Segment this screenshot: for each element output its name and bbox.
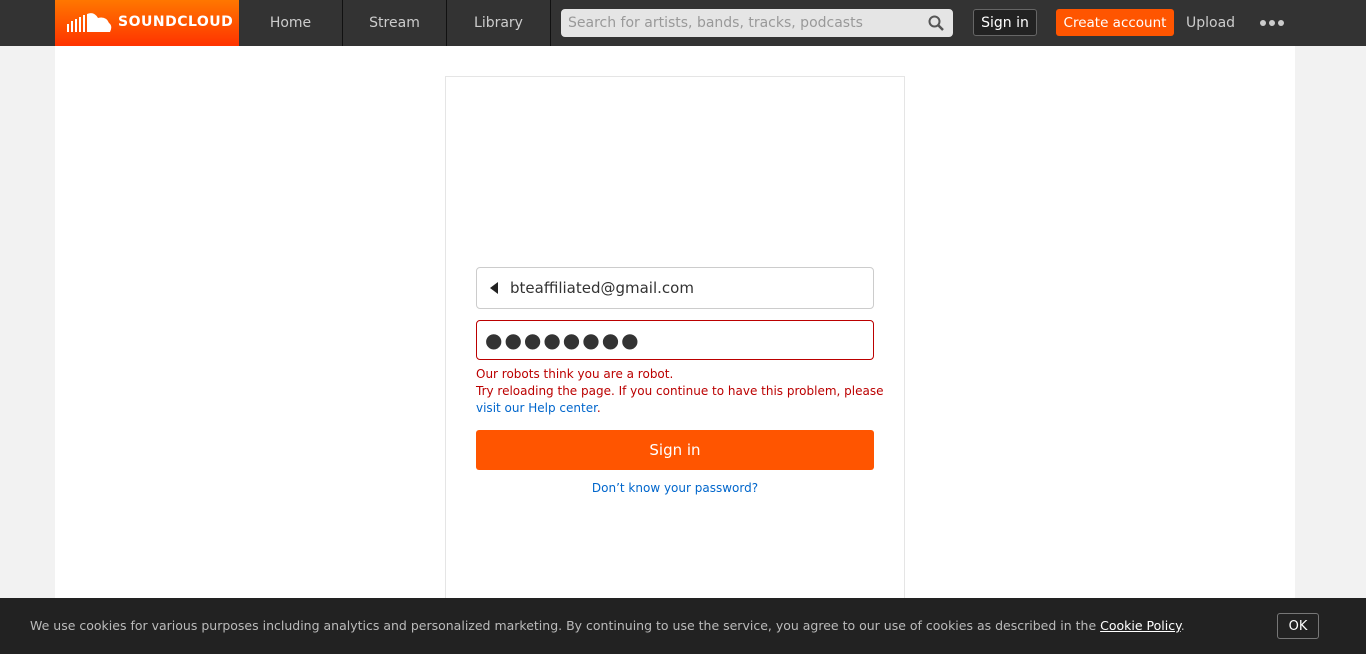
upload-link[interactable]: Upload bbox=[1186, 0, 1235, 46]
nav-stream[interactable]: Stream bbox=[343, 0, 447, 46]
soundcloud-logo[interactable]: SOUNDCLOUD bbox=[55, 0, 239, 46]
main-content: bteaffiliated@gmail.com Our robots think… bbox=[55, 46, 1295, 654]
cookie-banner: We use cookies for various purposes incl… bbox=[0, 598, 1366, 654]
error-message: Our robots think you are a robot. Try re… bbox=[476, 366, 886, 417]
sign-in-button[interactable]: Sign in bbox=[476, 430, 874, 470]
error-line-3: visit our Help center. bbox=[476, 400, 886, 417]
header-inner: SOUNDCLOUD Home Stream Library Sign in C… bbox=[55, 0, 1295, 46]
password-input[interactable] bbox=[477, 321, 873, 359]
top-header: SOUNDCLOUD Home Stream Library Sign in C… bbox=[0, 0, 1366, 46]
search-icon[interactable] bbox=[928, 15, 944, 31]
back-arrow-icon[interactable] bbox=[490, 282, 498, 294]
cookie-ok-button[interactable]: OK bbox=[1277, 613, 1319, 639]
help-center-link[interactable]: visit our Help center bbox=[476, 401, 597, 415]
logo-text: SOUNDCLOUD bbox=[118, 14, 234, 30]
error-period: . bbox=[596, 401, 601, 415]
search-box bbox=[561, 9, 953, 37]
nav-home[interactable]: Home bbox=[239, 0, 343, 46]
header-sign-in-button[interactable]: Sign in bbox=[973, 9, 1037, 36]
more-options-icon[interactable] bbox=[1260, 14, 1284, 32]
email-field[interactable]: bteaffiliated@gmail.com bbox=[476, 267, 874, 309]
error-line-2: Try reloading the page. If you continue … bbox=[476, 384, 884, 398]
dot-icon bbox=[1278, 20, 1284, 26]
login-card: bteaffiliated@gmail.com Our robots think… bbox=[445, 76, 905, 654]
dot-icon bbox=[1260, 20, 1266, 26]
password-field bbox=[476, 320, 874, 360]
dot-icon bbox=[1269, 20, 1275, 26]
forgot-password-link[interactable]: Don’t know your password? bbox=[476, 481, 874, 495]
cookie-period: . bbox=[1180, 618, 1185, 633]
nav-library[interactable]: Library bbox=[447, 0, 551, 46]
create-account-button[interactable]: Create account bbox=[1056, 9, 1174, 36]
cookie-policy-link[interactable]: Cookie Policy bbox=[1100, 618, 1181, 633]
cloud-logo-icon bbox=[67, 13, 112, 32]
error-line-1: Our robots think you are a robot. bbox=[476, 367, 674, 381]
email-value: bteaffiliated@gmail.com bbox=[510, 279, 694, 297]
cookie-text: We use cookies for various purposes incl… bbox=[30, 618, 1185, 633]
cookie-message: We use cookies for various purposes incl… bbox=[30, 618, 1101, 633]
search-input[interactable] bbox=[562, 10, 922, 36]
